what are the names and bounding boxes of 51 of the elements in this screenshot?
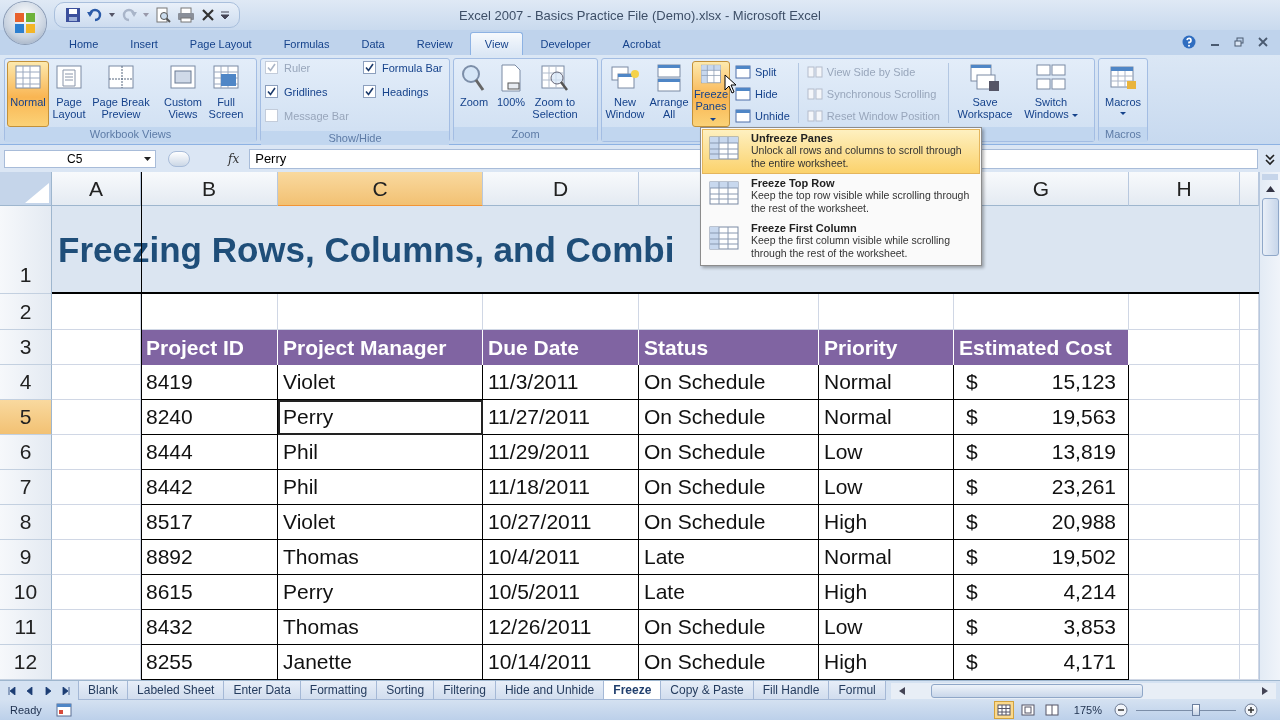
table-cell: High (819, 575, 954, 610)
table-cell: Late (639, 540, 819, 575)
table-cell: $ 23,261 (954, 470, 1129, 505)
status-text: Ready (10, 704, 42, 716)
table-cell: Low (819, 470, 954, 505)
table-cell: On Schedule (639, 470, 819, 505)
table-cell: 11/3/2011 (483, 365, 639, 400)
table-cell: $ 15,123 (954, 365, 1129, 400)
table-cell: Perry (278, 575, 483, 610)
table-cell: 11/29/2011 (483, 435, 639, 470)
table-cell: On Schedule (639, 400, 819, 435)
table-cell: $ 19,563 (954, 400, 1129, 435)
table-cell: Late (639, 575, 819, 610)
table-cell: $ 19,502 (954, 540, 1129, 575)
table-cell: Normal (819, 540, 954, 575)
table-cell: 10/4/2011 (483, 540, 639, 575)
table-cell: 10/27/2011 (483, 505, 639, 540)
table-cell: On Schedule (639, 435, 819, 470)
group-label: Macros (1099, 127, 1147, 142)
table-cell: Low (819, 610, 954, 645)
table-cell: Perry (278, 400, 483, 435)
table-cell: Thomas (278, 540, 483, 575)
table-cell: On Schedule (639, 365, 819, 400)
table-cell: Normal (819, 400, 954, 435)
table-cell: $ 3,853 (954, 610, 1129, 645)
table-cell: Phil (278, 470, 483, 505)
group-label: Zoom (454, 127, 597, 142)
table-cell: High (819, 505, 954, 540)
table-header-cell: Estimated Cost (954, 330, 1129, 365)
table-header-cell: Priority (819, 330, 954, 365)
table-cell: Violet (278, 365, 483, 400)
table-cell: Violet (278, 505, 483, 540)
table-header-cell: Project Manager (278, 330, 483, 365)
table-cell: $ 13,819 (954, 435, 1129, 470)
table-header-cell: Due Date (483, 330, 639, 365)
table-cell: 12/26/2011 (483, 610, 639, 645)
group-label: Workbook Views (5, 127, 256, 142)
table-cell: $ 4,214 (954, 575, 1129, 610)
table-cell: Low (819, 435, 954, 470)
table-header-cell: Status (639, 330, 819, 365)
table-cell: 10/5/2011 (483, 575, 639, 610)
window-title: Excel 2007 - Basics Practice File (Demo).xlsx - Microsoft Excel (459, 8, 821, 23)
table-cell: On Schedule (639, 610, 819, 645)
table-cell: 11/18/2011 (483, 470, 639, 505)
table-cell: Thomas (278, 610, 483, 645)
table-cell: Normal (819, 365, 954, 400)
table-cell: On Schedule (639, 505, 819, 540)
table-cell: $ 20,988 (954, 505, 1129, 540)
table-header-cell: Project ID (141, 330, 278, 365)
table-cell: 11/27/2011 (483, 400, 639, 435)
table-cell: Phil (278, 435, 483, 470)
